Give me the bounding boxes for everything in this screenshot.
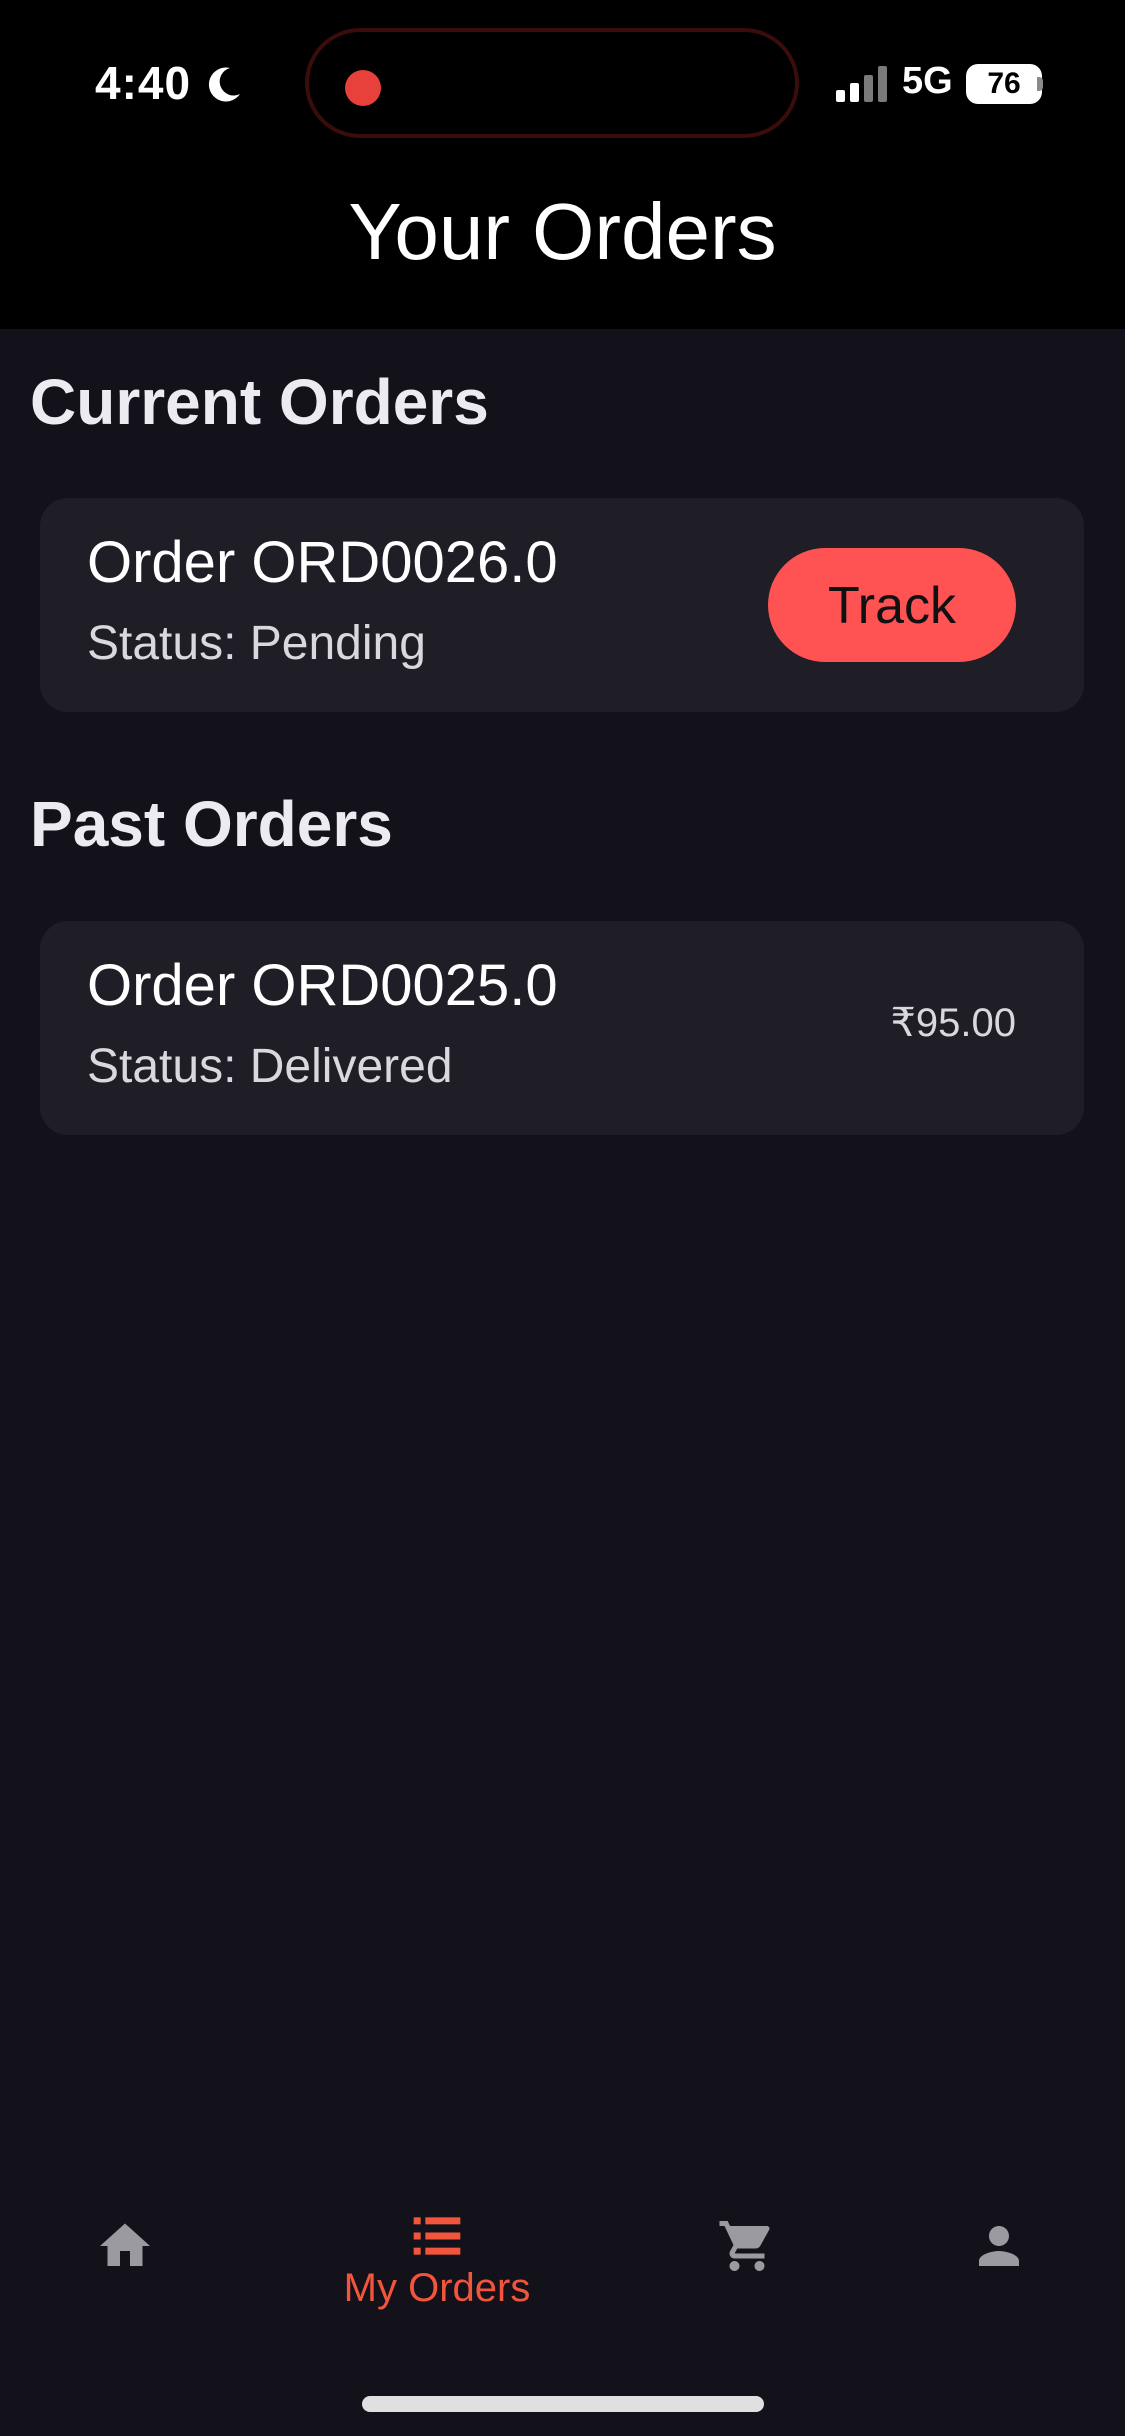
orders-screen: 4:40 5G 76 Your Orders Current Orders Or…: [0, 0, 1125, 2436]
bottom-navigation: My Orders: [0, 2180, 1125, 2380]
recording-indicator-icon: [345, 70, 381, 106]
moon-icon: [208, 67, 240, 102]
top-bar: 4:40 5G 76 Your Orders: [0, 0, 1125, 329]
person-icon: [979, 2226, 1019, 2266]
past-order-card[interactable]: Order ORD0025.0 Status: Delivered ₹95.00: [40, 921, 1084, 1135]
order-id: Order ORD0026.0: [87, 530, 558, 595]
nav-item-profile[interactable]: [874, 2180, 1124, 2340]
nav-item-my-orders[interactable]: My Orders: [312, 2180, 562, 2340]
home-icon: [100, 2223, 150, 2266]
status-time: 4:40: [95, 57, 192, 109]
current-order-card[interactable]: Order ORD0026.0 Status: Pending Track: [40, 498, 1084, 712]
track-button[interactable]: Track: [768, 548, 1016, 662]
cellular-signal-icon: [836, 66, 887, 102]
page-title: Your Orders: [348, 187, 777, 276]
nav-item-home[interactable]: [0, 2180, 250, 2340]
dynamic-island: [305, 28, 799, 138]
network-type: 5G: [902, 60, 953, 102]
nav-item-cart[interactable]: [622, 2180, 872, 2340]
battery-tip: [1037, 77, 1043, 91]
nav-label-my-orders: My Orders: [343, 2266, 531, 2310]
battery-indicator: 76: [966, 64, 1042, 104]
order-status: Status: Delivered: [87, 1040, 453, 1093]
home-indicator[interactable]: [362, 2396, 764, 2412]
cart-icon: [719, 2221, 770, 2271]
order-price: ₹95.00: [890, 1001, 1016, 1045]
list-icon: [413, 2217, 461, 2255]
order-status: Status: Pending: [87, 617, 426, 670]
current-orders-heading: Current Orders: [30, 366, 489, 438]
order-id: Order ORD0025.0: [87, 953, 558, 1018]
past-orders-heading: Past Orders: [30, 788, 393, 860]
